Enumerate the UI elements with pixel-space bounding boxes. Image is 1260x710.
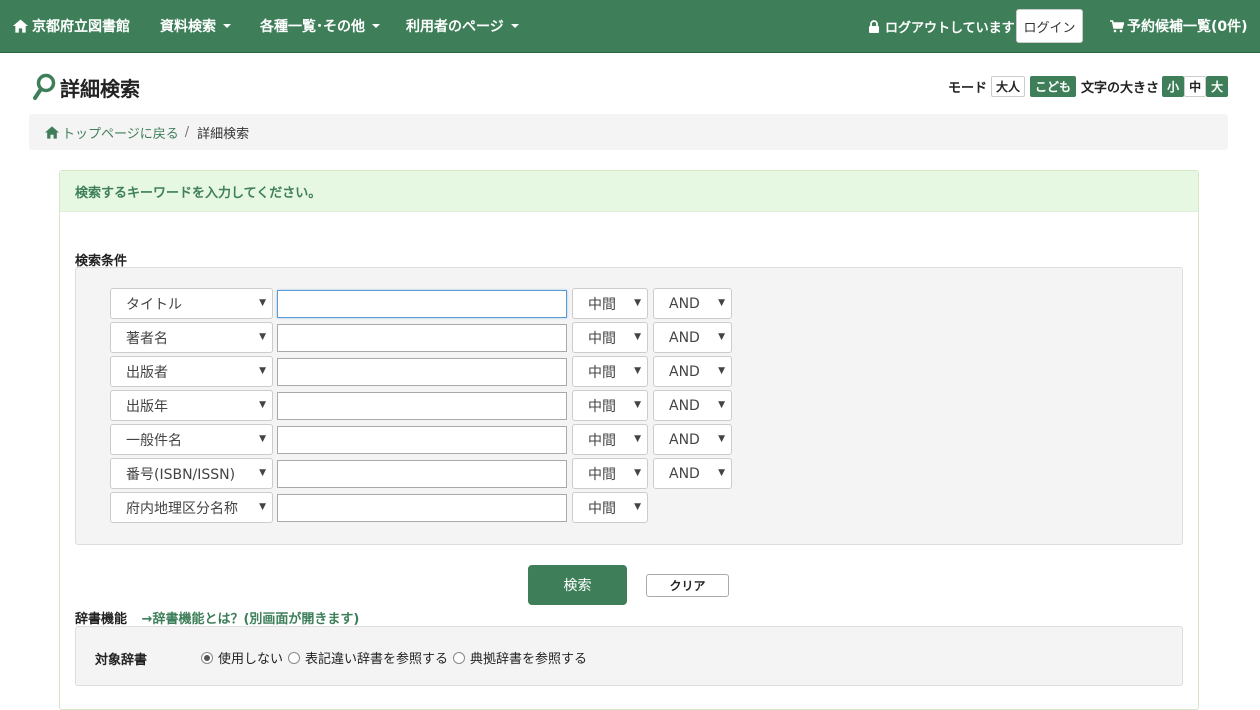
field-select[interactable]: 府内地理区分名称 — [110, 492, 273, 523]
dictionary-help-link[interactable]: →辞書機能とは？(別画面が開きます) — [142, 612, 360, 627]
brand-name: 京都府立図書館 — [32, 19, 130, 35]
chevron-down-icon — [223, 24, 231, 28]
menu-lists[interactable]: 各種一覧･その他 — [260, 0, 380, 52]
radio-label: 表記違い辞書を参照する — [305, 652, 449, 667]
menu-user-label: 利用者のページ — [406, 19, 504, 35]
target-dictionary-label: 対象辞書 — [95, 653, 148, 668]
menu-lists-label: 各種一覧･その他 — [260, 19, 365, 35]
page-title-text: 詳細検索 — [60, 76, 140, 101]
field-select[interactable]: 番号(ISBN/ISSN) — [110, 458, 273, 489]
radio-label: 使用しない — [218, 652, 284, 667]
radio-label: 典拠辞書を参照する — [470, 652, 588, 667]
radio-button[interactable] — [288, 651, 301, 664]
font-large-button[interactable]: 大 — [1206, 75, 1229, 97]
keyword-input[interactable] — [277, 290, 567, 318]
operator-select[interactable]: AND — [653, 322, 732, 353]
cart-link[interactable]: 予約候補一覧(0件) — [1110, 0, 1248, 52]
dictionary-label: 辞書機能 — [75, 612, 128, 627]
login-button[interactable]: ログイン — [1016, 9, 1083, 43]
conditions-box: タイトル 中間 AND 著者名 中間 AND 出版者 中間 AND 出版年 中間… — [75, 267, 1183, 545]
menu-search[interactable]: 資料検索 — [160, 0, 231, 52]
field-select[interactable]: タイトル — [110, 288, 273, 319]
keyword-input[interactable] — [277, 358, 567, 386]
font-size-label: 文字の大きさ — [1081, 80, 1160, 96]
dictionary-box: 対象辞書 使用しない 表記違い辞書を参照する 典拠辞書を参照する — [75, 626, 1183, 686]
magnifier-icon — [33, 73, 56, 100]
field-select[interactable]: 著者名 — [110, 322, 273, 353]
match-select[interactable]: 中間 — [572, 424, 648, 455]
mode-kids-button[interactable]: こども — [1030, 75, 1077, 97]
display-settings: モード 大人 こども 文字の大きさ 小 中 大 — [948, 75, 1229, 97]
operator-select[interactable]: AND — [653, 458, 732, 489]
font-small-button[interactable]: 小 — [1162, 75, 1185, 97]
radio-button[interactable] — [201, 651, 213, 664]
page-title: 詳細検索 — [33, 72, 140, 102]
chevron-down-icon — [372, 24, 380, 28]
mode-label: モード — [948, 80, 988, 96]
lock-icon — [869, 19, 879, 33]
operator-select[interactable]: AND — [653, 288, 732, 319]
keyword-input[interactable] — [277, 392, 567, 420]
keyword-input[interactable] — [277, 324, 567, 352]
breadcrumb: トップページに戻る / 詳細検索 — [29, 114, 1228, 150]
search-instruction: 検索するキーワードを入力してください。 — [60, 171, 1198, 212]
radio-button[interactable] — [453, 651, 466, 664]
dictionary-section: 辞書機能 →辞書機能とは？(別画面が開きます) — [75, 608, 359, 627]
top-navbar: 京都府立図書館 資料検索 各種一覧･その他 利用者のページ ログアウトしています… — [0, 0, 1260, 53]
field-select[interactable]: 出版者 — [110, 356, 273, 387]
clear-button[interactable]: クリア — [646, 574, 729, 597]
match-select[interactable]: 中間 — [572, 390, 648, 421]
mode-adult-button[interactable]: 大人 — [991, 75, 1026, 97]
breadcrumb-separator: / — [184, 124, 190, 140]
match-select[interactable]: 中間 — [572, 458, 648, 489]
breadcrumb-home-label: トップページに戻る — [62, 126, 179, 142]
logout-status: ログアウトしています — [868, 0, 1015, 52]
keyword-input[interactable] — [277, 494, 567, 522]
keyword-input[interactable] — [277, 460, 567, 488]
match-select[interactable]: 中間 — [572, 322, 648, 353]
chevron-down-icon — [510, 24, 519, 28]
field-select[interactable]: 一般件名 — [110, 424, 273, 455]
brand-link[interactable]: 京都府立図書館 — [13, 0, 130, 52]
search-button[interactable]: 検索 — [528, 565, 627, 605]
menu-user[interactable]: 利用者のページ — [406, 0, 519, 52]
operator-select[interactable]: AND — [653, 390, 732, 421]
operator-select[interactable]: AND — [653, 424, 732, 455]
cart-label: 予約候補一覧(0件) — [1127, 19, 1248, 35]
field-select[interactable]: 出版年 — [110, 390, 273, 421]
font-medium-button[interactable]: 中 — [1184, 75, 1207, 97]
operator-select[interactable]: AND — [653, 356, 732, 387]
match-select[interactable]: 中間 — [572, 492, 648, 523]
match-select[interactable]: 中間 — [572, 356, 648, 387]
dictionary-radio-group: 使用しない 表記違い辞書を参照する 典拠辞書を参照する — [201, 648, 587, 667]
breadcrumb-home-link[interactable]: トップページに戻る — [45, 123, 179, 142]
match-select[interactable]: 中間 — [572, 288, 648, 319]
home-icon — [45, 125, 59, 139]
cart-icon — [1110, 19, 1124, 32]
keyword-input[interactable] — [277, 426, 567, 454]
home-icon — [13, 19, 28, 33]
menu-search-label: 資料検索 — [160, 19, 216, 35]
search-panel: 検索するキーワードを入力してください。 検索条件 タイトル 中間 AND 著者名… — [59, 170, 1199, 710]
logout-status-text: ログアウトしています — [885, 20, 1015, 36]
breadcrumb-current: 詳細検索 — [197, 126, 250, 142]
